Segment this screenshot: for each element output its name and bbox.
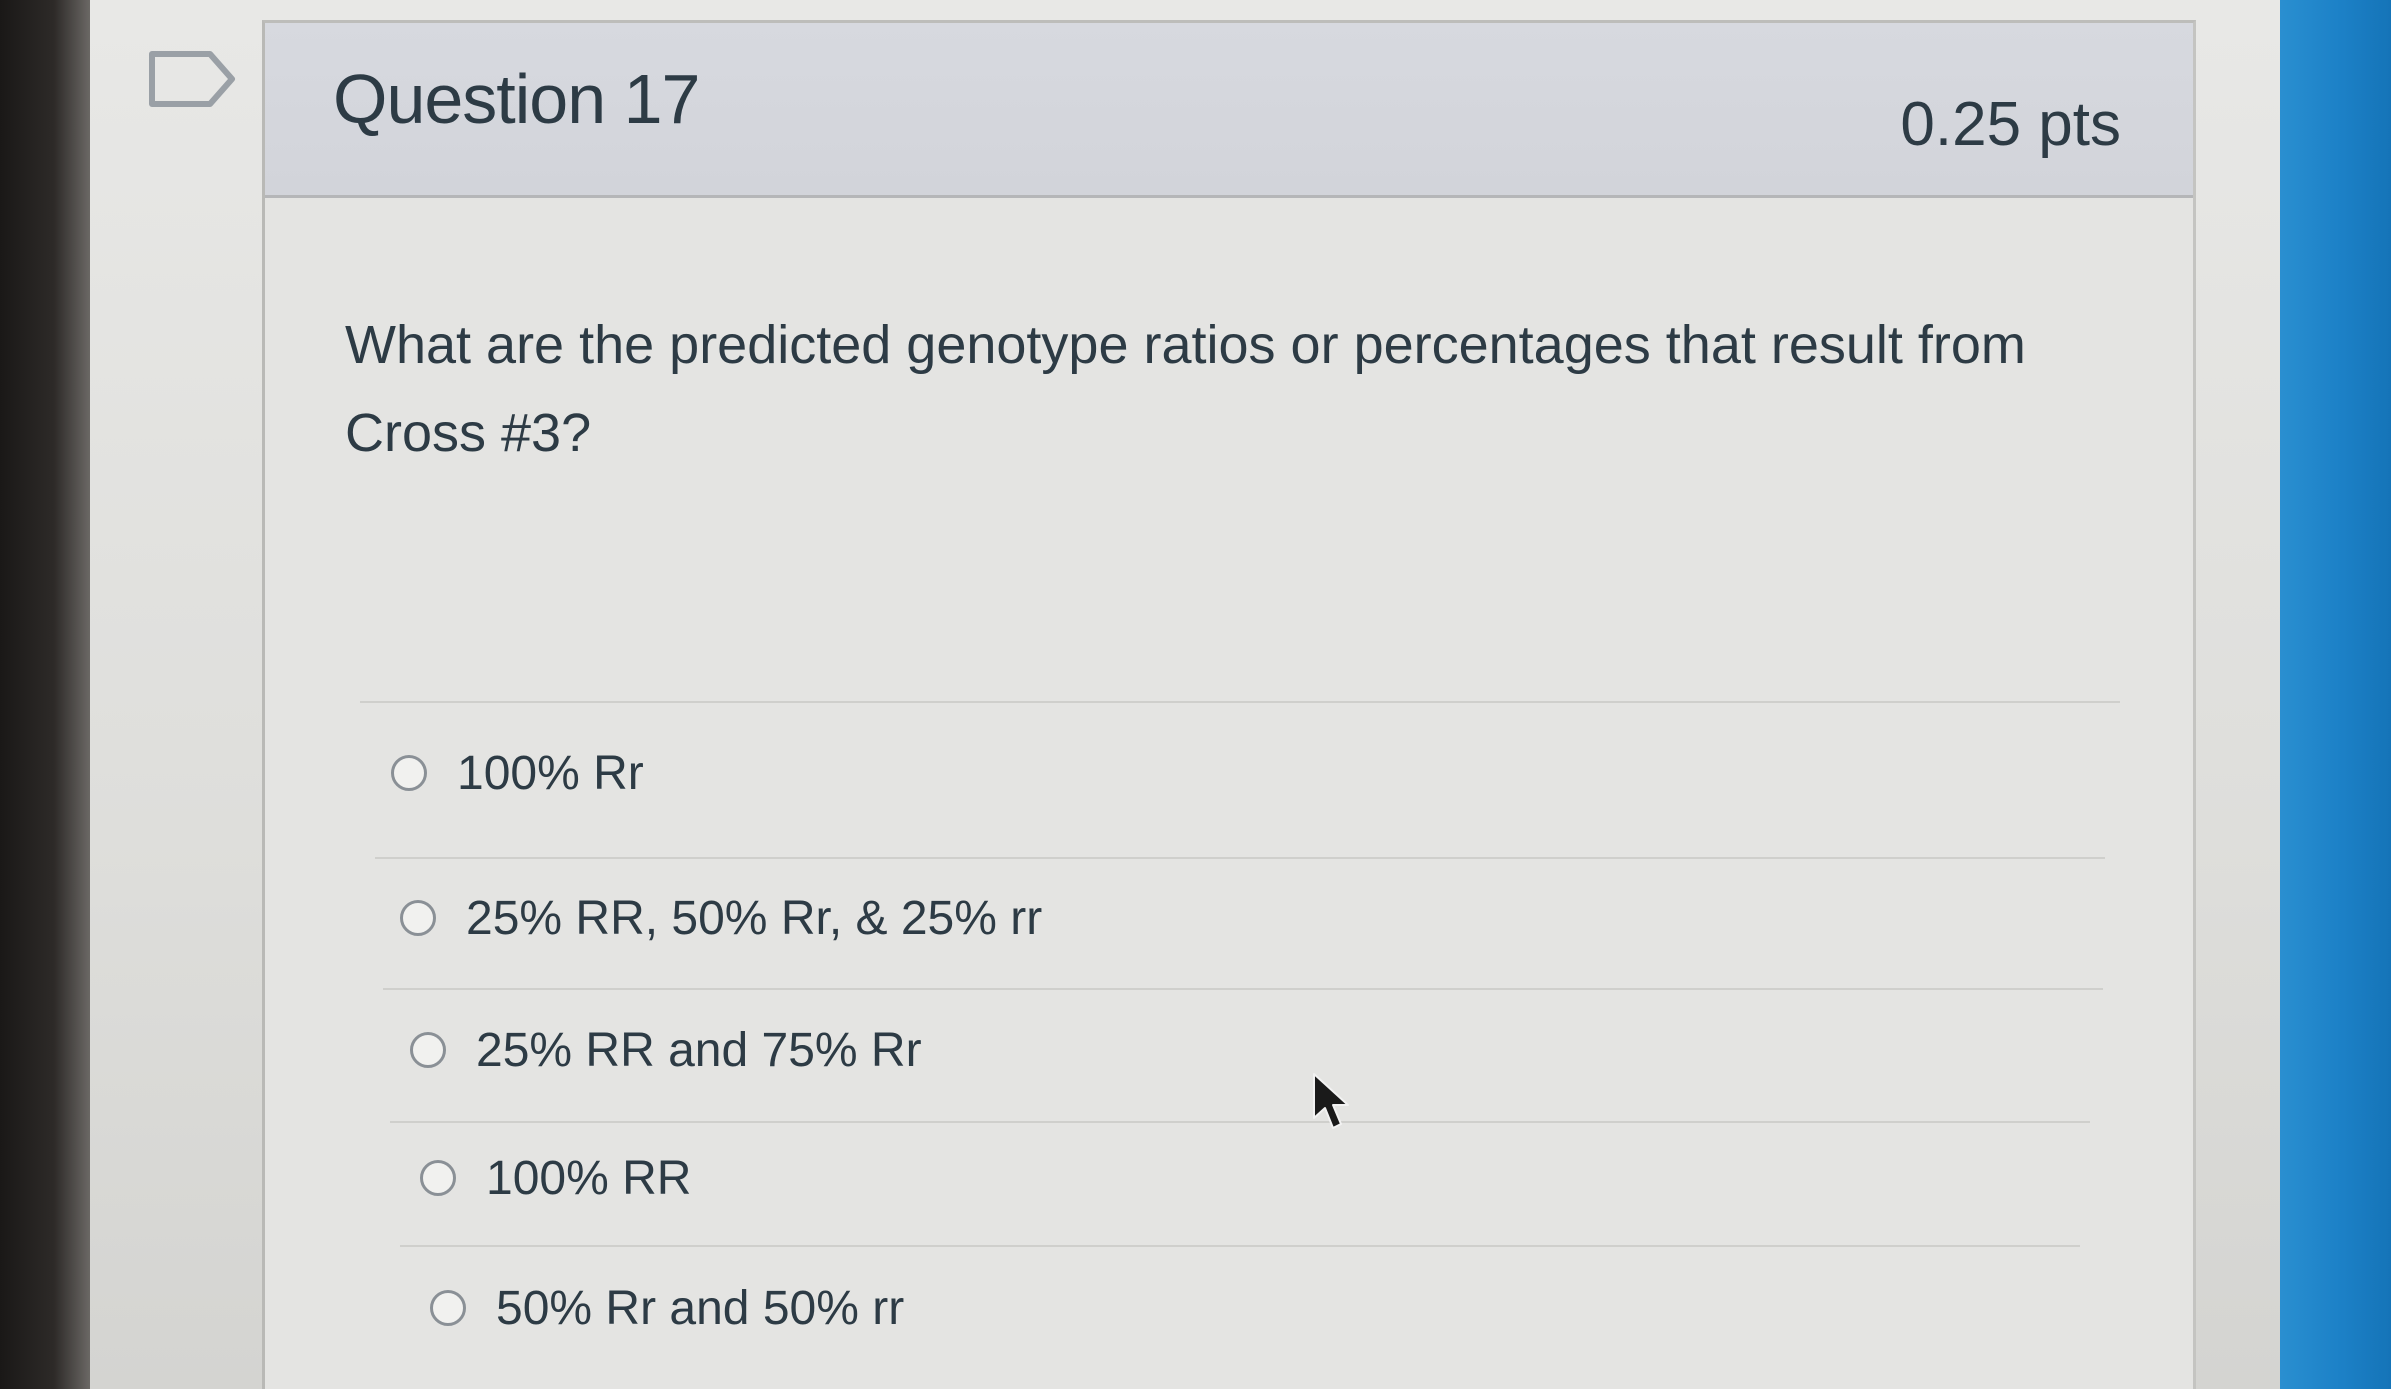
- answer-option[interactable]: 25% RR, 50% Rr, & 25% rr: [400, 883, 1042, 953]
- flag-question-icon[interactable]: [148, 50, 238, 108]
- answer-label: 25% RR, 50% Rr, & 25% rr: [466, 891, 1043, 945]
- answer-option[interactable]: 100% RR: [420, 1143, 691, 1213]
- answer-label: 25% RR and 75% Rr: [476, 1023, 922, 1077]
- radio-button[interactable]: [410, 1032, 446, 1068]
- radio-button[interactable]: [400, 900, 436, 936]
- screen-bezel: [0, 0, 90, 1389]
- radio-button[interactable]: [420, 1160, 456, 1196]
- question-title: Question 17: [333, 60, 700, 138]
- radio-button[interactable]: [391, 755, 427, 791]
- radio-button[interactable]: [430, 1290, 466, 1326]
- answer-option[interactable]: 50% Rr and 50% rr: [430, 1273, 904, 1343]
- question-points: 0.25 pts: [1900, 90, 2121, 159]
- answer-option[interactable]: 25% RR and 75% Rr: [410, 1015, 922, 1085]
- side-panel-strip: [2280, 0, 2391, 1389]
- answer-divider: [390, 1121, 2090, 1123]
- answer-option[interactable]: 100% Rr: [391, 738, 644, 808]
- answer-label: 50% Rr and 50% rr: [496, 1281, 905, 1335]
- answer-divider: [375, 857, 2105, 859]
- answers-divider: [360, 701, 2120, 703]
- question-card: Question 17 0.25 pts What are the predic…: [262, 20, 2196, 1389]
- answer-label: 100% Rr: [457, 746, 644, 800]
- answer-divider: [400, 1245, 2080, 1247]
- question-text: What are the predicted genotype ratios o…: [345, 315, 2026, 463]
- answer-label: 100% RR: [486, 1151, 692, 1205]
- answer-divider: [383, 988, 2103, 990]
- question-header: Question 17 0.25 pts: [265, 23, 2193, 198]
- mouse-pointer-icon: [1313, 1073, 1349, 1129]
